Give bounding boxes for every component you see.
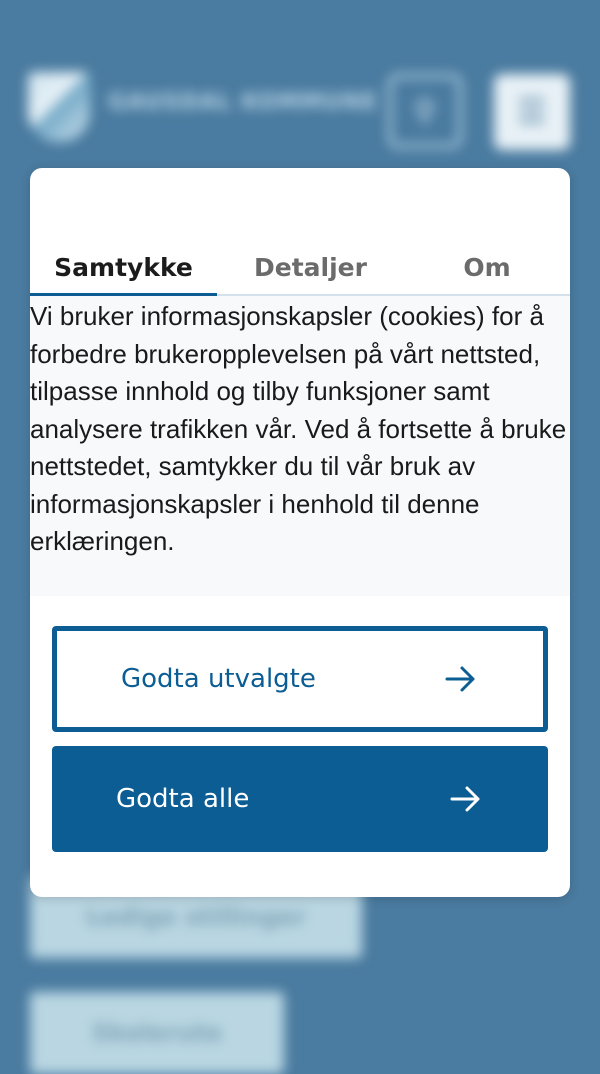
tab-bar: Samtykke Detaljer Om (30, 238, 570, 298)
logo-shield-icon (28, 72, 90, 142)
site-title: GAUSDAL KOMMUNE (108, 90, 378, 115)
accept-selected-button[interactable]: Godta utvalgte (52, 626, 548, 732)
accept-selected-label: Godta utvalgte (121, 664, 316, 694)
arrow-right-icon (450, 786, 480, 812)
accept-all-label: Godta alle (116, 784, 250, 814)
quick-link-school-calendar: Skolerute (30, 992, 284, 1074)
search-icon: ⚲ (388, 74, 462, 148)
cookie-consent-dialog: Samtykke Detaljer Om Vi bruker informasj… (30, 168, 570, 897)
tab-samtykke[interactable]: Samtykke (30, 238, 217, 298)
tab-om[interactable]: Om (404, 238, 570, 296)
tab-detaljer[interactable]: Detaljer (217, 238, 404, 296)
menu-icon: ☰ (494, 74, 570, 150)
consent-text: Vi bruker informasjonskapsler (cookies) … (30, 301, 567, 556)
accept-all-button[interactable]: Godta alle (52, 746, 548, 852)
arrow-right-icon (445, 666, 475, 692)
